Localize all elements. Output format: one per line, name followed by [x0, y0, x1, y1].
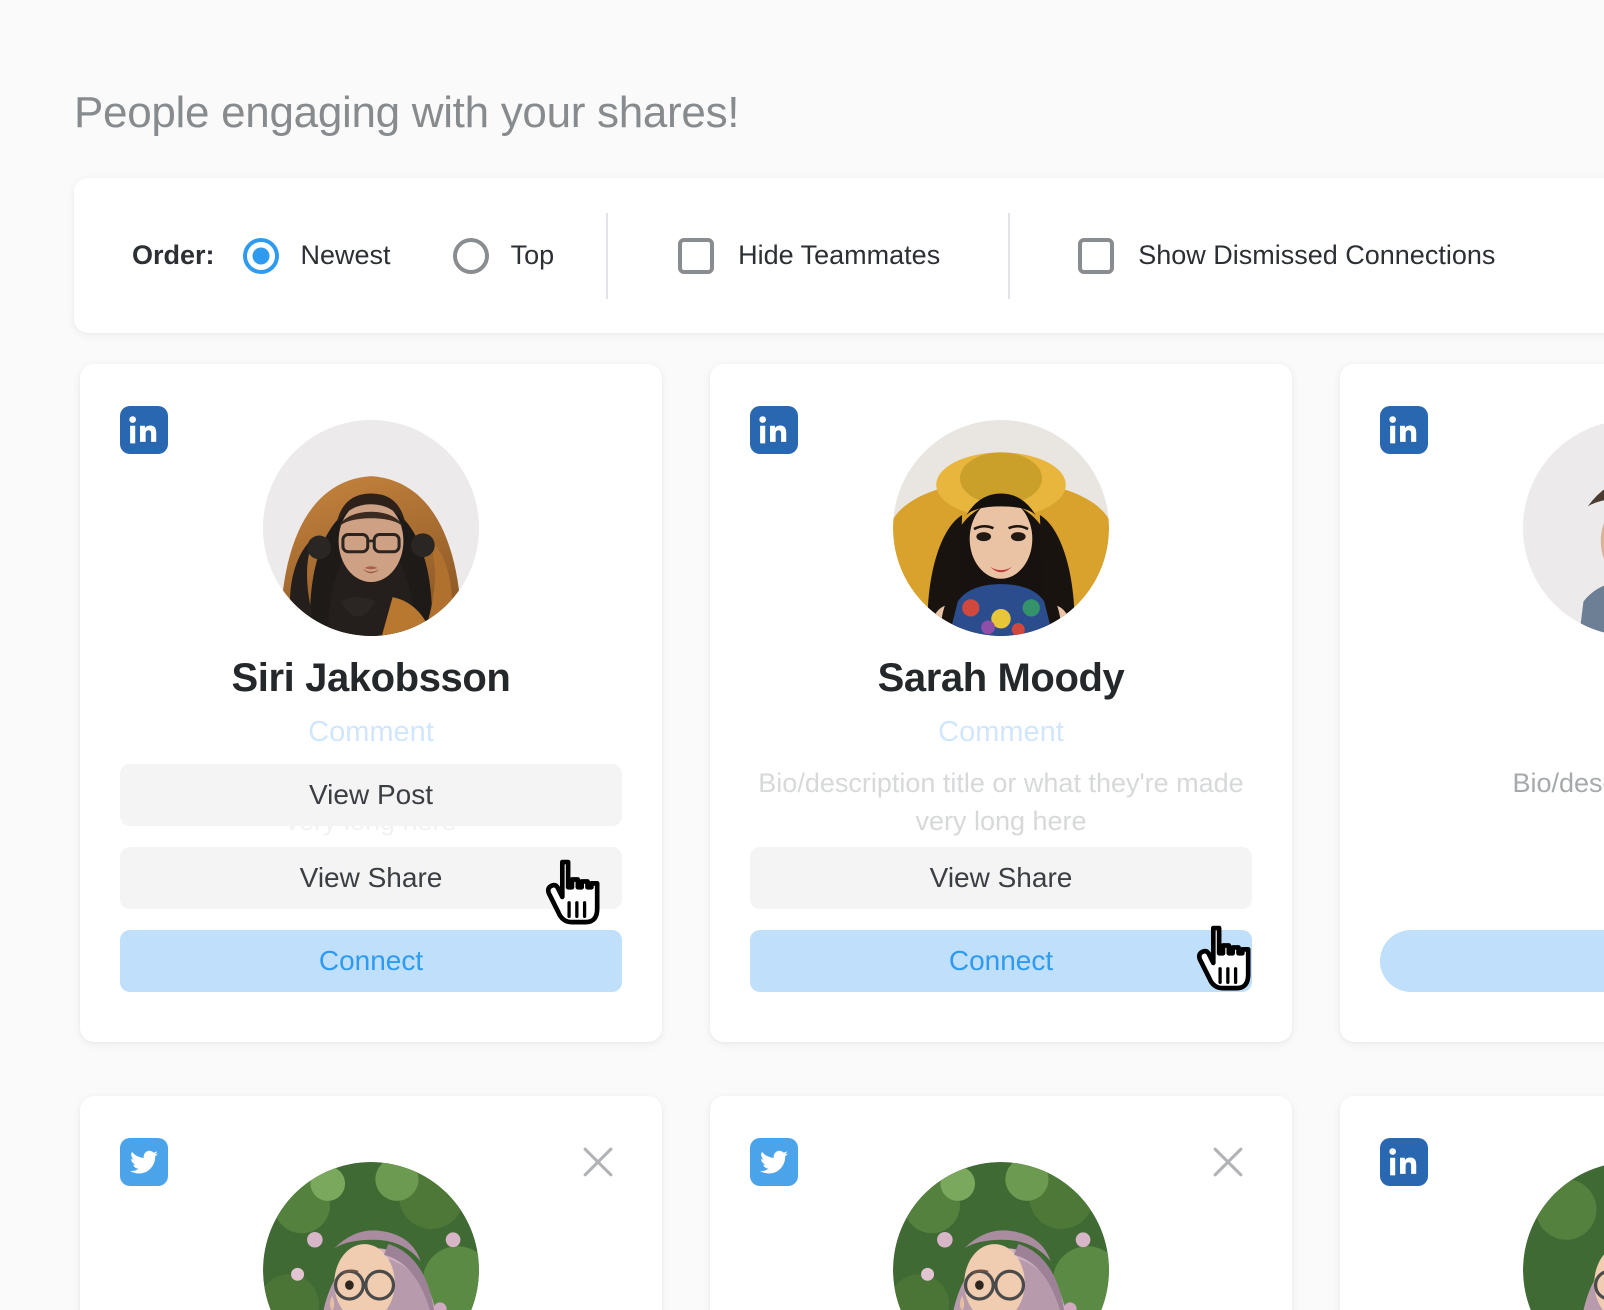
person-bio: Bio/descriptio made: [1512, 768, 1604, 798]
engagement-card[interactable]: [1340, 1096, 1604, 1310]
person-bio: Bio/description title or what they're ma…: [758, 768, 1244, 837]
close-icon[interactable]: [1206, 1140, 1250, 1184]
engagement-card[interactable]: [710, 1096, 1292, 1310]
view-post-button[interactable]: View Post: [120, 764, 622, 826]
checkbox-option-hide-teammates[interactable]: Hide Teammates: [678, 237, 941, 274]
view-share-button[interactable]: View Share: [120, 847, 622, 909]
avatar: [263, 420, 479, 636]
engagement-card[interactable]: Sarah Moody Comment Bio/description titl…: [710, 364, 1292, 1042]
show-dismissed-checkbox-icon[interactable]: [1078, 237, 1115, 274]
hide-teammates-label: Hide Teammates: [738, 240, 941, 270]
show-dismissed-label: Show Dismissed Connections: [1138, 240, 1496, 270]
hide-teammates-checkbox-icon[interactable]: [678, 237, 715, 274]
checkbox-option-show-dismissed[interactable]: Show Dismissed Connections: [1078, 237, 1496, 274]
person-name: Siri Jakobsson: [231, 656, 511, 700]
engagement-type[interactable]: Comment: [80, 716, 662, 749]
engagement-card[interactable]: [80, 1096, 662, 1310]
linkedin-icon: [1380, 406, 1428, 454]
engagement-card[interactable]: Le Co Bio/descriptio made V: [1340, 364, 1604, 1042]
radio-top-icon[interactable]: [452, 237, 489, 274]
radio-newest-label: Newest: [300, 240, 391, 270]
avatar: [893, 1162, 1109, 1310]
avatar: [263, 1162, 479, 1310]
connect-button[interactable]: V: [1380, 930, 1604, 992]
person-name: Le: [1340, 656, 1604, 701]
twitter-icon: [120, 1138, 168, 1186]
order-filter-group: Order: Newest Top: [74, 178, 606, 333]
radio-option-newest[interactable]: Newest: [242, 237, 391, 274]
order-label: Order:: [132, 240, 215, 270]
avatar: [1523, 420, 1604, 636]
radio-top-label: Top: [510, 240, 555, 270]
page-title: People engaging with your shares!: [74, 88, 740, 137]
linkedin-icon: [120, 406, 168, 454]
view-share-button[interactable]: View Share: [750, 847, 1252, 909]
avatar: [893, 420, 1109, 636]
close-icon[interactable]: [576, 1140, 620, 1184]
show-dismissed-group: Show Dismissed Connections: [1010, 178, 1495, 333]
linkedin-icon: [750, 406, 798, 454]
connect-button[interactable]: Connect: [120, 930, 622, 992]
filter-bar: Order: Newest Top Hide Teammates Show Di…: [74, 178, 1604, 333]
connect-button[interactable]: Connect: [750, 930, 1252, 992]
engagement-type[interactable]: Comment: [710, 716, 1292, 749]
twitter-icon: [750, 1138, 798, 1186]
engagement-card[interactable]: Siri Jakobsson Comment Bio/description t…: [80, 364, 662, 1042]
person-name: Sarah Moody: [877, 656, 1125, 700]
radio-newest-icon[interactable]: [242, 237, 279, 274]
linkedin-icon: [1380, 1138, 1428, 1186]
radio-option-top[interactable]: Top: [452, 237, 555, 274]
app-root: People engaging with your shares! Order:…: [0, 0, 1604, 1310]
avatar: [1523, 1162, 1604, 1310]
engagement-type[interactable]: Co: [1340, 716, 1604, 749]
hide-teammates-group: Hide Teammates: [608, 178, 1008, 333]
